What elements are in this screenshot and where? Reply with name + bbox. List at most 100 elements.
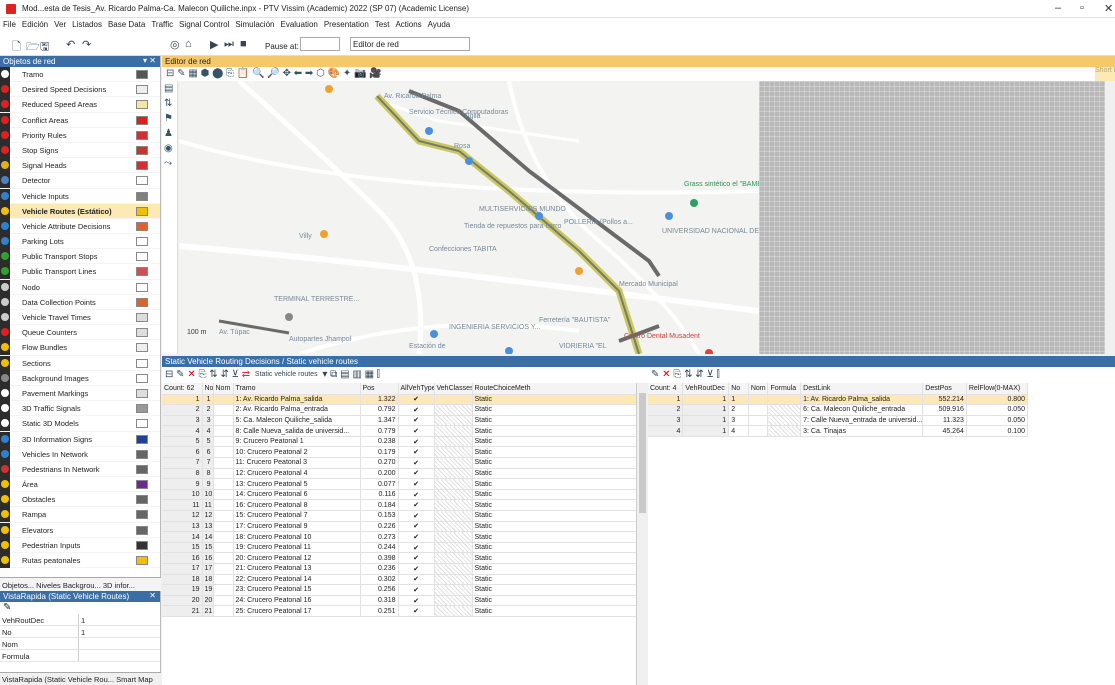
export-icon[interactable]: ▤: [340, 369, 349, 380]
table-cell[interactable]: 1: [682, 394, 730, 406]
column-header[interactable]: Count: 4: [648, 383, 684, 395]
routing-decisions-scrollbar[interactable]: [636, 383, 648, 685]
table-cell[interactable]: [213, 542, 234, 554]
network-object-item[interactable]: Priority Rules: [0, 127, 160, 143]
table-row[interactable]: 18 18 22: Crucero Peatonal 14 0.302 ✔ Static: [162, 574, 636, 586]
table-cell[interactable]: 5: Ca. Malecon Quiliche_salida: [233, 415, 361, 427]
layout-icon[interactable]: ▾ ⧉: [322, 369, 337, 380]
object-color-swatch[interactable]: [136, 556, 148, 565]
table-cell[interactable]: 0.302: [360, 574, 399, 586]
table-cell[interactable]: ✔: [398, 542, 435, 554]
network-object-item[interactable]: Vehicle Travel Times: [0, 310, 160, 326]
video-icon[interactable]: 🎥: [369, 68, 381, 79]
table-cell[interactable]: 9: Crucero Peatonal 1: [233, 436, 361, 448]
table-cell[interactable]: 3: [728, 415, 749, 427]
table-cell[interactable]: 0.050: [966, 404, 1029, 416]
back-icon[interactable]: ⬅: [294, 68, 302, 79]
menu-item[interactable]: Signal Control: [176, 18, 232, 31]
table-row[interactable]: 4 1 4 3: Ca. Tinajas 45.264 0.100: [648, 425, 1029, 437]
table-cell[interactable]: Static: [472, 446, 636, 459]
table-row[interactable]: 12 12 15: Crucero Peatonal 7 0.153 ✔ Static: [162, 510, 636, 522]
table-cell[interactable]: 14: [202, 531, 214, 543]
network-object-item[interactable]: Reduced Speed Areas: [0, 97, 160, 113]
table-cell[interactable]: 0.273: [360, 531, 399, 543]
table-cell[interactable]: [434, 415, 473, 427]
table-cell[interactable]: 15: [162, 542, 203, 554]
wand-icon[interactable]: ✦: [343, 68, 351, 79]
table-cell[interactable]: Static: [472, 531, 636, 543]
table-row[interactable]: 17 17 21: Crucero Peatonal 13 0.236 ✔ Static: [162, 563, 636, 575]
object-color-swatch[interactable]: [136, 404, 148, 414]
table-cell[interactable]: [213, 510, 234, 522]
table-row[interactable]: 1 1 1: Av. Ricardo Palma_salida 1.322 ✔ Stati…: [162, 394, 636, 406]
object-color-swatch[interactable]: [136, 540, 148, 550]
object-color-swatch[interactable]: [136, 176, 148, 186]
table-cell[interactable]: 1: Av. Ricardo Palma_salida: [800, 394, 924, 406]
table-cell[interactable]: 15: [202, 542, 214, 554]
table-cell[interactable]: ✔: [398, 563, 435, 575]
table-cell[interactable]: 0.200: [360, 468, 399, 480]
table-cell[interactable]: [213, 457, 234, 469]
table-row[interactable]: 3 3 5: Ca. Malecon Quiliche_salida 1.347 ✔ St…: [162, 415, 636, 427]
table-row[interactable]: 13 13 17: Crucero Peatonal 9 0.226 ✔ Static: [162, 521, 636, 533]
network-object-item[interactable]: Background Images: [0, 370, 160, 386]
table-cell[interactable]: 0.050: [966, 415, 1029, 427]
table-cell[interactable]: [213, 605, 234, 617]
network-object-item[interactable]: Elevators: [0, 522, 160, 538]
table-cell[interactable]: Static: [472, 521, 636, 533]
copy-icon[interactable]: ⎘: [226, 68, 234, 79]
table-cell[interactable]: 0.251: [360, 605, 399, 617]
table-cell[interactable]: 6: [202, 446, 214, 459]
object-color-swatch[interactable]: [136, 130, 148, 140]
network-object-item[interactable]: Queue Counters: [0, 325, 160, 341]
open-file-icon[interactable]: 🗁: [26, 38, 40, 57]
table-cell[interactable]: [213, 468, 234, 480]
table-cell[interactable]: Static: [472, 415, 636, 427]
table-cell[interactable]: [748, 415, 769, 427]
table-cell[interactable]: 20: [202, 595, 214, 607]
column-header[interactable]: RouteChoiceMeth: [472, 383, 636, 395]
delete-icon[interactable]: ✕: [187, 369, 195, 380]
table-cell[interactable]: [748, 394, 769, 406]
table-cell[interactable]: [434, 489, 473, 501]
table-cell[interactable]: 8: [162, 468, 203, 480]
table-cell[interactable]: 3: [162, 415, 203, 427]
table-cell[interactable]: 11: Crucero Peatonal 3: [233, 457, 361, 469]
table-cell[interactable]: 6: Ca. Malecon Quiliche_entrada: [800, 404, 924, 416]
table-cell[interactable]: 2: [202, 404, 214, 416]
play-icon[interactable]: ▶: [210, 38, 218, 51]
object-color-swatch[interactable]: [136, 267, 148, 277]
minimize-icon[interactable]: –: [1055, 2, 1061, 14]
table-cell[interactable]: 8: Calle Nueva_salida de universid...: [233, 425, 361, 437]
table-cell[interactable]: 0.226: [360, 521, 399, 533]
menu-item[interactable]: File: [0, 18, 19, 31]
menu-item[interactable]: Ayuda: [425, 18, 454, 31]
network-object-item[interactable]: Vehicle Attribute Decisions: [0, 218, 160, 235]
columns-icon[interactable]: ▥: [352, 369, 361, 380]
table-cell[interactable]: 4: [202, 425, 214, 437]
table-cell[interactable]: 13: [162, 521, 203, 533]
table-cell[interactable]: 8: [202, 468, 214, 480]
table-cell[interactable]: 0.236: [360, 563, 399, 575]
quick-view-value[interactable]: 1: [78, 626, 150, 637]
table-cell[interactable]: 21: Crucero Peatonal 13: [233, 563, 361, 575]
column-header[interactable]: Pos: [360, 383, 399, 395]
table-cell[interactable]: 22: Crucero Peatonal 14: [233, 574, 361, 586]
table-cell[interactable]: 10: [162, 489, 203, 501]
column-header[interactable]: Tramo: [233, 383, 361, 395]
table-cell[interactable]: [748, 404, 769, 416]
table-cell[interactable]: ✔: [398, 489, 435, 501]
table-cell[interactable]: Static: [472, 574, 636, 586]
table-cell[interactable]: 2: [648, 404, 684, 416]
table-row[interactable]: 5 5 9: Crucero Peatonal 1 0.238 ✔ Static: [162, 436, 636, 448]
network-object-item[interactable]: Pedestrian Inputs: [0, 537, 160, 553]
table-cell[interactable]: 0.256: [360, 584, 399, 596]
table-cell[interactable]: [213, 531, 234, 543]
table-cell[interactable]: Static: [472, 394, 636, 406]
table-row[interactable]: 15 15 19: Crucero Peatonal 11 0.244 ✔ Static: [162, 542, 636, 554]
table-cell[interactable]: 0.398: [360, 552, 399, 564]
table-cell[interactable]: 0.077: [360, 478, 399, 490]
table-cell[interactable]: 16: [162, 552, 203, 564]
table-cell[interactable]: 20: [162, 595, 203, 607]
table-cell[interactable]: [213, 595, 234, 607]
